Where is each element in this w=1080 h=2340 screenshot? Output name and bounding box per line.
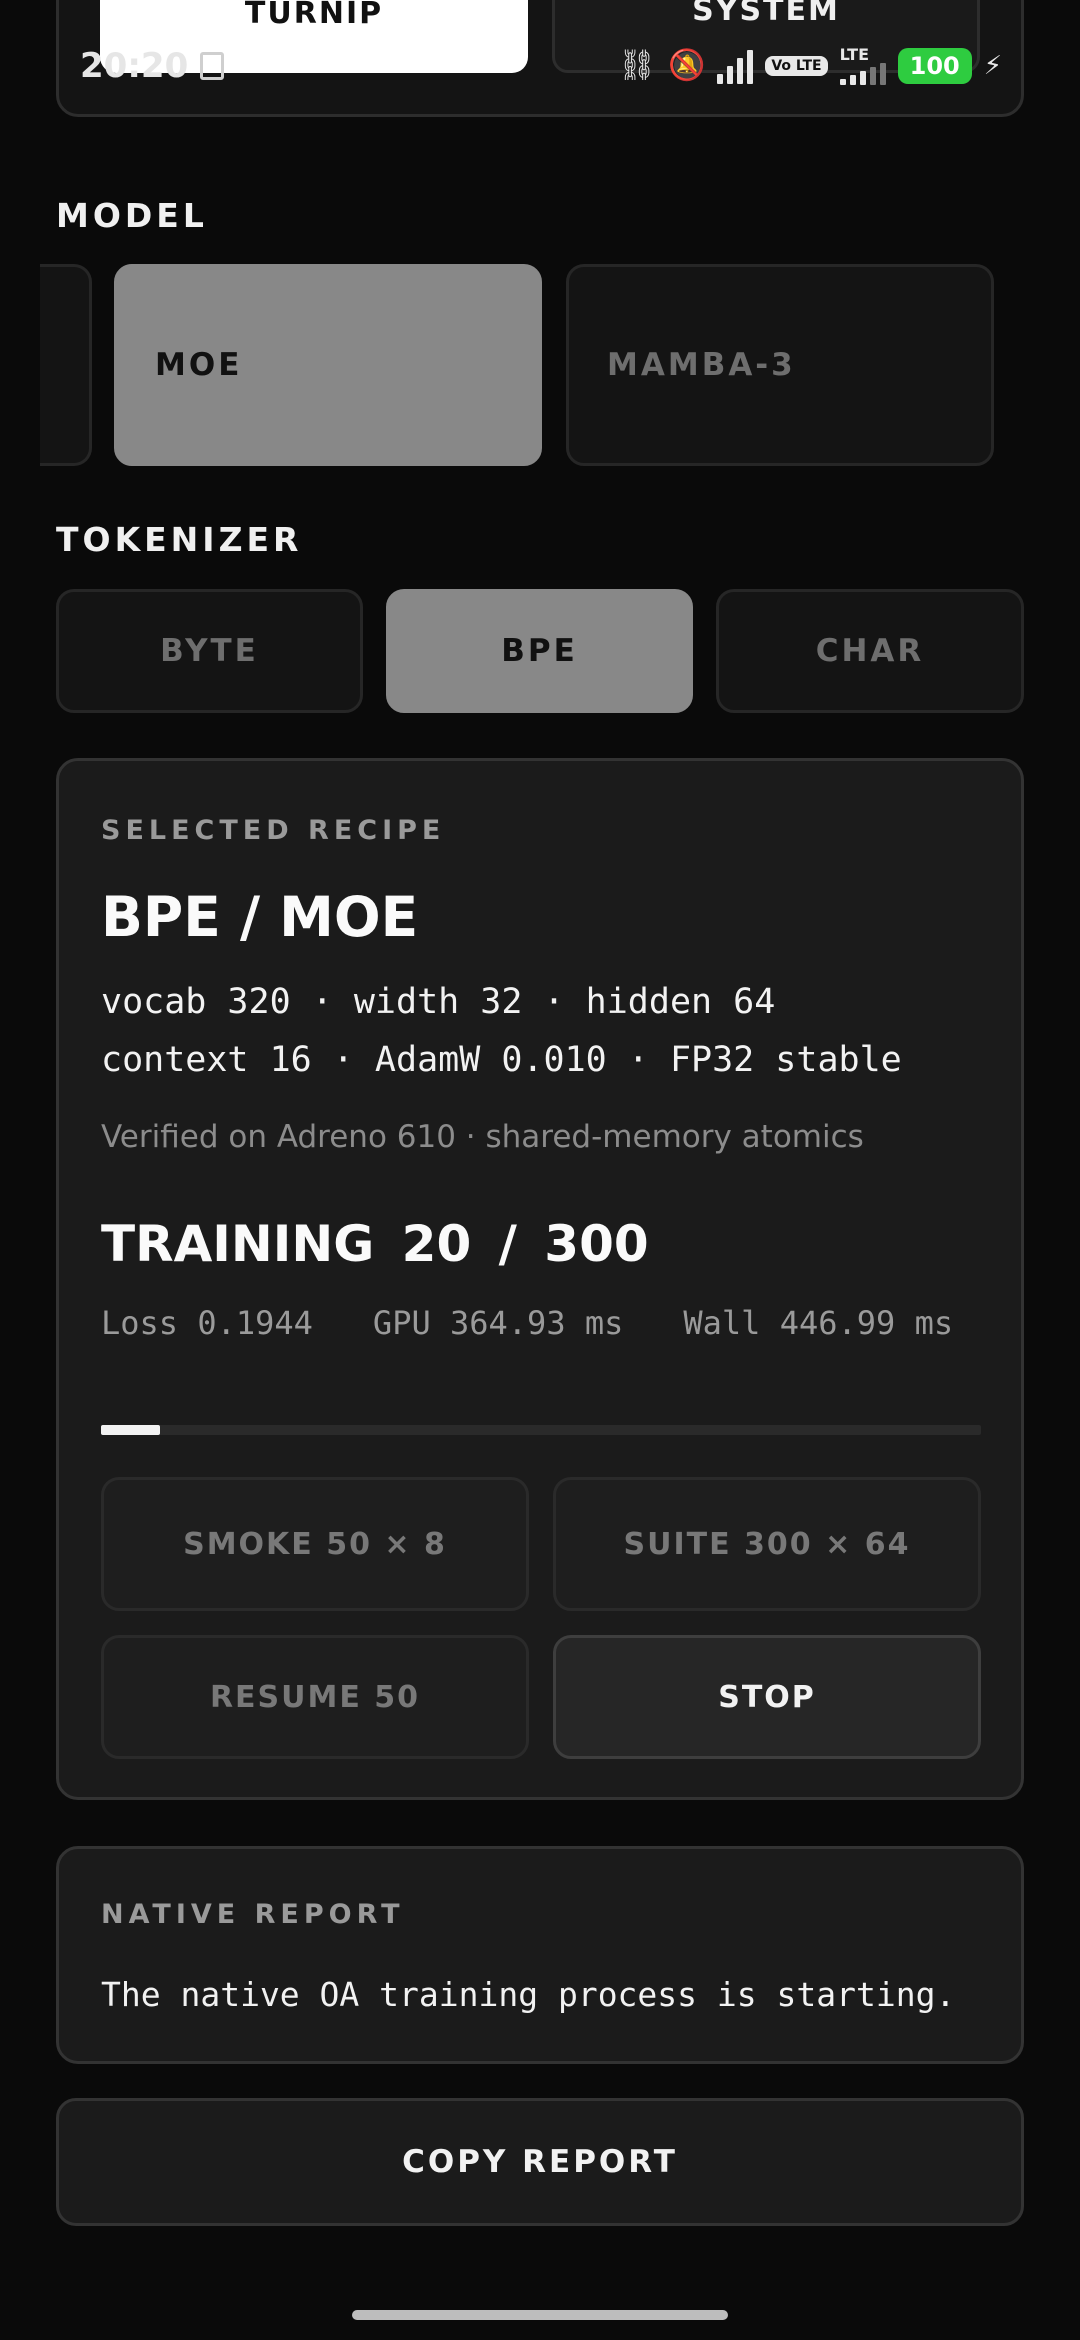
copy-report-button[interactable]: COPY REPORT xyxy=(56,2098,1024,2226)
link-icon: ⛓ xyxy=(617,48,656,83)
model-option-partial[interactable] xyxy=(40,264,92,466)
model-option-moe[interactable]: MOE xyxy=(114,264,542,466)
battery-badge: 100 xyxy=(897,48,972,84)
notification-icon xyxy=(200,52,224,80)
smoke-button[interactable]: SMOKE 50 × 8 xyxy=(101,1477,529,1611)
app-screen: TURNIP SYSTEM 20:20 ⛓ 🔕 Vo LTE LTE 100 ⚡… xyxy=(0,0,1080,2340)
selected-recipe-card: SELECTED RECIPE BPE / MOE vocab 320 · wi… xyxy=(56,758,1024,1800)
lte-signal-icon: LTE xyxy=(839,45,886,85)
training-progress-bar xyxy=(101,1425,981,1435)
charging-icon: ⚡ xyxy=(983,51,1002,81)
model-section-label: MODEL xyxy=(56,196,208,235)
recipe-kicker: SELECTED RECIPE xyxy=(101,815,446,846)
home-indicator[interactable] xyxy=(352,2310,728,2320)
model-option-mamba-3[interactable]: MAMBA-3 xyxy=(566,264,994,466)
recipe-spec-line-2: context 16 · AdamW 0.010 · FP32 stable xyxy=(101,1040,902,1080)
training-status: TRAINING 20 / 300 xyxy=(101,1215,649,1273)
signal-icon xyxy=(717,48,754,84)
training-stats: Loss 0.1944 GPU 364.93 ms Wall 446.99 ms xyxy=(101,1299,981,1347)
native-report-card: NATIVE REPORT The native OA training pro… xyxy=(56,1846,1024,2064)
training-progress-fill xyxy=(101,1425,160,1435)
report-text: The native OA training process is starti… xyxy=(101,1975,956,2014)
gpu-stat: GPU 364.93 ms xyxy=(372,1304,624,1342)
wall-stat: Wall 446.99 ms xyxy=(683,1304,954,1342)
status-bar: 20:20 ⛓ 🔕 Vo LTE LTE 100 ⚡ xyxy=(0,40,1080,92)
bell-off-icon: 🔕 xyxy=(667,48,706,83)
report-kicker: NATIVE REPORT xyxy=(101,1899,405,1930)
loss-stat: Loss 0.1944 xyxy=(101,1304,313,1342)
tokenizer-option-byte[interactable]: BYTE xyxy=(56,589,363,713)
tokenizer-option-bpe[interactable]: BPE xyxy=(386,589,693,713)
resume-button[interactable]: RESUME 50 xyxy=(101,1635,529,1759)
status-time: 20:20 xyxy=(80,46,189,86)
volte-icon: Vo LTE xyxy=(765,56,828,76)
recipe-note: Verified on Adreno 610 · shared-memory a… xyxy=(101,1119,864,1155)
lte-label: LTE xyxy=(839,45,870,64)
status-icons: ⛓ 🔕 Vo LTE LTE 100 ⚡ xyxy=(618,44,1002,88)
suite-button[interactable]: SUITE 300 × 64 xyxy=(553,1477,981,1611)
recipe-title: BPE / MOE xyxy=(101,885,419,949)
tokenizer-option-char[interactable]: CHAR xyxy=(716,589,1024,713)
tokenizer-section-label: TOKENIZER xyxy=(56,520,303,559)
recipe-spec-line-1: vocab 320 · width 32 · hidden 64 xyxy=(101,982,776,1022)
stop-button[interactable]: STOP xyxy=(553,1635,981,1759)
